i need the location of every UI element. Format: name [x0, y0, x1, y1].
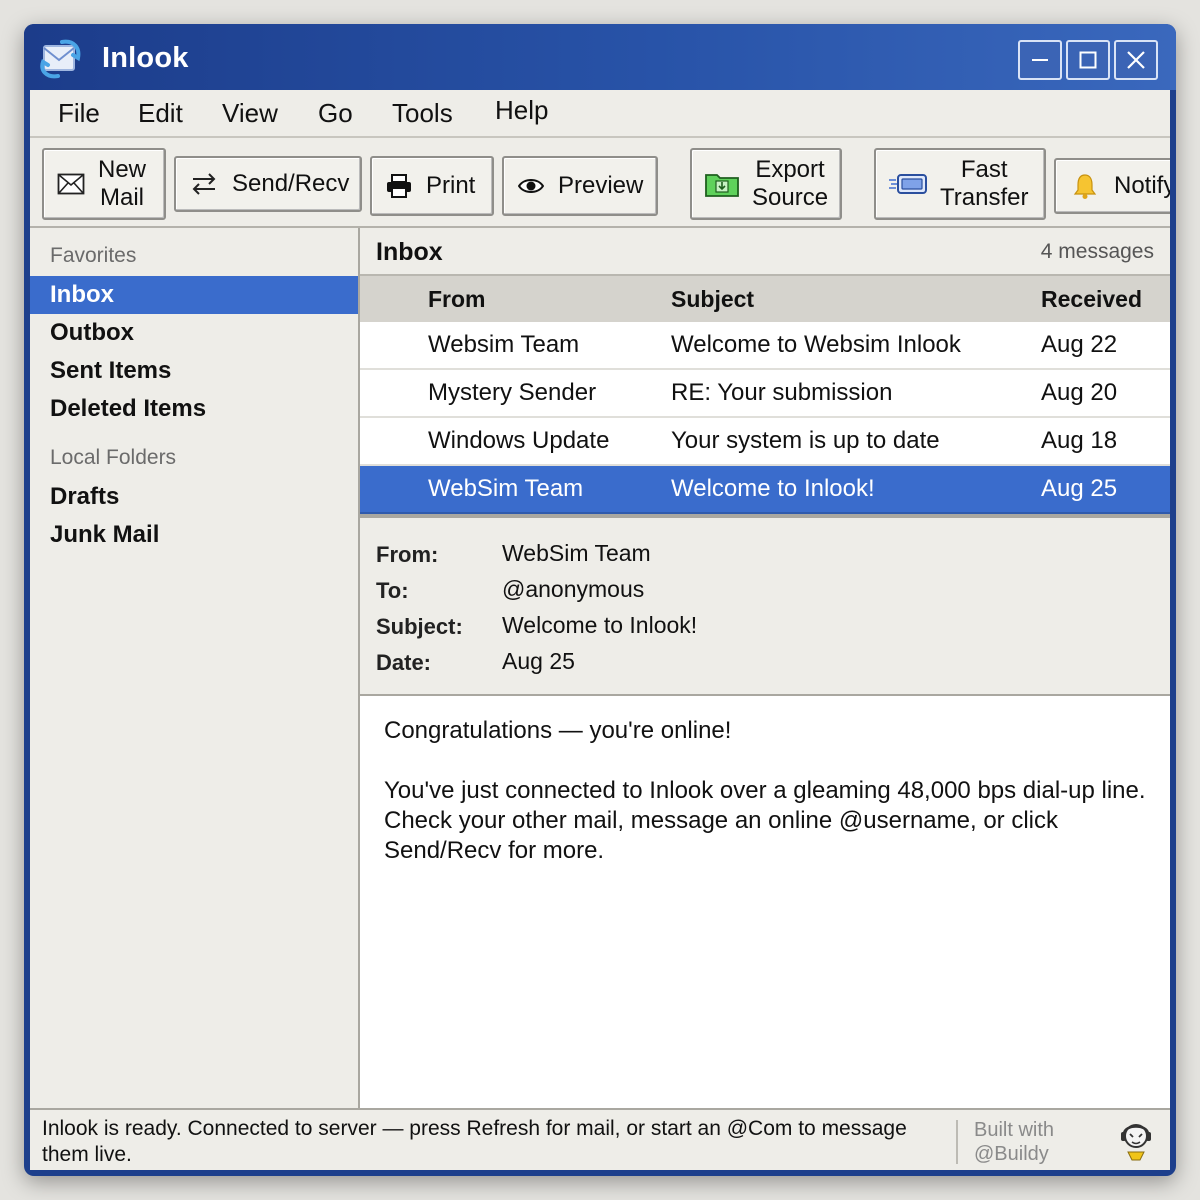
- folder-deleted-items[interactable]: Deleted Items: [30, 390, 358, 428]
- export-folder-icon: [692, 171, 752, 197]
- body-greeting: Congratulations — you're online!: [384, 717, 732, 744]
- message-from: Websim Team: [428, 331, 580, 358]
- message-from: WebSim Team: [428, 475, 584, 502]
- send-receive-icon: [176, 172, 232, 196]
- column-received[interactable]: Received: [1041, 286, 1142, 313]
- menu-edit[interactable]: Edit: [138, 98, 183, 129]
- minimize-button[interactable]: [1018, 40, 1062, 80]
- column-from[interactable]: From: [428, 286, 486, 313]
- message-subject: Welcome to Inlook!: [671, 475, 875, 502]
- header-subject-value: Welcome to Inlook!: [502, 612, 698, 638]
- favorites-label: Favorites: [50, 244, 137, 267]
- local-folders-label: Local Folders: [50, 446, 177, 469]
- close-icon: [1127, 51, 1145, 69]
- message-received: Aug 20: [1041, 379, 1118, 406]
- window-title: Inlook: [102, 42, 189, 74]
- print-button[interactable]: Print: [370, 156, 494, 216]
- column-header: From Subject Received: [360, 274, 1170, 322]
- toolbar: New Mail Send/Recv Print Preview Export …: [30, 138, 1170, 228]
- fast-transfer-label: Fast Transfer: [940, 156, 1028, 212]
- message-row[interactable]: Mystery Sender RE: Your submission Aug 2…: [360, 370, 1170, 418]
- built-with-line1: Built with: [974, 1119, 1055, 1141]
- message-subject: Your system is up to date: [671, 427, 940, 454]
- status-text: Inlook is ready. Connected to server — p…: [42, 1117, 907, 1166]
- fast-transfer-icon: [876, 172, 940, 196]
- header-to-label: To:: [376, 578, 409, 603]
- print-label: Print: [426, 172, 476, 199]
- export-source-label-line2: Source: [752, 184, 829, 211]
- message-list: Websim Team Welcome to Websim Inlook Aug…: [360, 322, 1170, 518]
- body-paragraph: You've just connected to Inlook over a g…: [384, 777, 1146, 864]
- export-source-label: Export Source: [752, 156, 828, 212]
- new-mail-label-line2: Mail: [100, 184, 145, 211]
- header-subject-label: Subject:: [376, 614, 463, 639]
- inbox-title: Inbox: [376, 238, 443, 266]
- eye-icon: [504, 177, 558, 195]
- folder-outbox[interactable]: Outbox: [30, 314, 358, 352]
- export-source-button[interactable]: Export Source: [690, 148, 842, 220]
- main-pane: Inbox 4 messages From Subject Received W…: [360, 228, 1170, 1108]
- notify-label: Notify: [1114, 172, 1170, 199]
- fast-transfer-label-line1: Fast: [960, 156, 1008, 183]
- bell-icon: [1056, 172, 1114, 200]
- menu-file[interactable]: File: [58, 98, 100, 129]
- message-received: Aug 22: [1041, 331, 1118, 358]
- notify-button[interactable]: Notify: [1054, 158, 1170, 214]
- menu-tools[interactable]: Tools: [392, 98, 453, 129]
- new-mail-label-line1: New: [98, 156, 147, 183]
- inbox-header: Inbox 4 messages: [360, 228, 1170, 274]
- message-from: Mystery Sender: [428, 379, 597, 406]
- envelope-icon: [44, 173, 98, 195]
- menu-go[interactable]: Go: [318, 98, 353, 129]
- message-subject: Welcome to Websim Inlook: [671, 331, 961, 358]
- status-bar: Inlook is ready. Connected to server — p…: [30, 1108, 1170, 1170]
- maximize-button[interactable]: [1066, 40, 1110, 80]
- message-row-selected[interactable]: WebSim Team Welcome to Inlook! Aug 25: [360, 466, 1170, 514]
- message-received: Aug 25: [1041, 475, 1118, 502]
- minimize-icon: [1032, 59, 1048, 61]
- fast-transfer-button[interactable]: Fast Transfer: [874, 148, 1046, 220]
- status-divider: [956, 1120, 958, 1164]
- built-with-line2: @Buildy: [974, 1143, 1049, 1165]
- message-subject: RE: Your submission: [671, 379, 893, 406]
- client-area: File Edit View Go Tools Help New Mail Se…: [30, 90, 1170, 1170]
- header-date-value: Aug 25: [502, 648, 575, 674]
- inlook-logo-icon: [40, 39, 81, 79]
- message-count: 4 messages: [1040, 240, 1154, 263]
- menu-view[interactable]: View: [222, 98, 278, 129]
- menu-bar: File Edit View Go Tools Help: [30, 90, 1170, 138]
- folder-inbox[interactable]: Inbox: [30, 276, 358, 314]
- folder-drafts[interactable]: Drafts: [30, 478, 358, 516]
- message-received: Aug 18: [1041, 427, 1118, 454]
- menu-help[interactable]: Help: [495, 95, 548, 126]
- export-source-label-line1: Export: [755, 156, 825, 183]
- fast-transfer-label-line2: Transfer: [940, 184, 1029, 211]
- header-from-value: WebSim Team: [502, 540, 651, 566]
- title-bar[interactable]: Inlook: [24, 24, 1176, 90]
- header-to-value: @anonymous: [502, 576, 645, 602]
- message-row[interactable]: Windows Update Your system is up to date…: [360, 418, 1170, 466]
- message-row[interactable]: Websim Team Welcome to Websim Inlook Aug…: [360, 322, 1170, 370]
- message-from: Windows Update: [428, 427, 610, 454]
- built-with-label[interactable]: Built with @Buildy: [974, 1118, 1054, 1166]
- preview-button[interactable]: Preview: [502, 156, 658, 216]
- new-mail-button[interactable]: New Mail: [42, 148, 166, 220]
- header-from-label: From:: [376, 542, 439, 567]
- header-date-label: Date:: [376, 650, 432, 675]
- new-mail-label: New Mail: [98, 156, 146, 212]
- send-recv-label: Send/Recv: [232, 170, 350, 197]
- folder-sent-items[interactable]: Sent Items: [30, 352, 358, 390]
- app-window: Inlook File Edit View Go Tools Help New …: [24, 24, 1176, 1176]
- send-recv-button[interactable]: Send/Recv: [174, 156, 362, 212]
- message-headers: From: WebSim Team To: @anonymous Subject…: [360, 518, 1170, 696]
- close-button[interactable]: [1114, 40, 1158, 80]
- column-subject[interactable]: Subject: [671, 286, 754, 313]
- maximize-icon: [1079, 51, 1097, 69]
- folder-junk-mail[interactable]: Junk Mail: [30, 516, 358, 554]
- printer-icon: [372, 174, 426, 198]
- preview-label: Preview: [558, 172, 644, 199]
- message-body[interactable]: Congratulations — you're online! You've …: [360, 696, 1170, 1108]
- folder-sidebar: Favorites Inbox Outbox Sent Items Delete…: [30, 228, 360, 1108]
- buildy-mascot-icon: [1121, 1124, 1151, 1161]
